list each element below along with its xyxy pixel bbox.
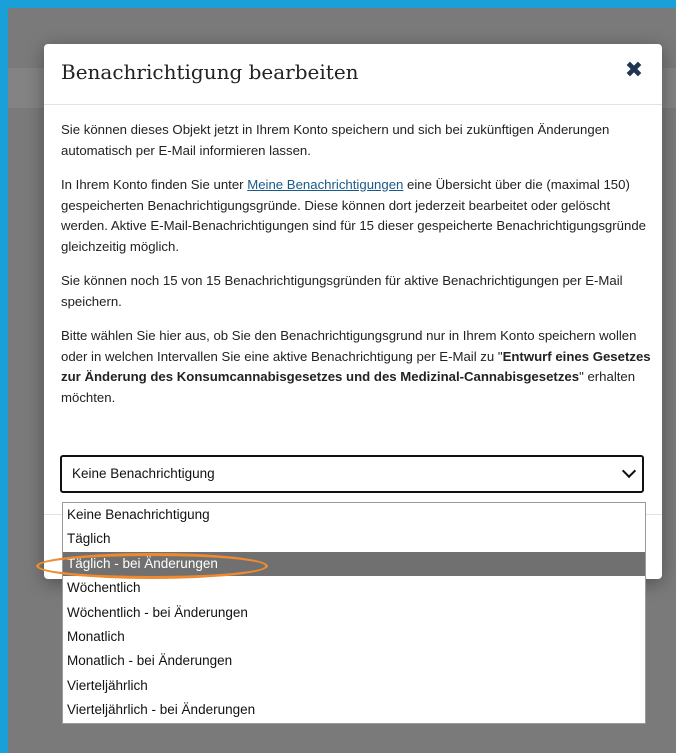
choose-paragraph: Bitte wählen Sie hier aus, ob Sie den Be…	[61, 326, 651, 408]
notification-interval-select[interactable]: Keine Benachrichtigung	[60, 455, 644, 493]
option-woechentlich[interactable]: Wöchentlich	[63, 576, 645, 600]
account-paragraph: In Ihrem Konto finden Sie unter Meine Be…	[61, 175, 651, 257]
modal-header: Benachrichtigung bearbeiten ✖	[44, 44, 662, 105]
select-value: Keine Benachrichtigung	[72, 466, 215, 481]
option-vierteljaehrlich[interactable]: Vierteljährlich	[63, 674, 645, 698]
option-taeglich[interactable]: Täglich	[63, 527, 645, 551]
option-keine[interactable]: Keine Benachrichtigung	[63, 503, 645, 527]
option-monatlich-aenderungen[interactable]: Monatlich - bei Änderungen	[63, 649, 645, 673]
modal-title: Benachrichtigung bearbeiten	[61, 60, 359, 84]
remaining-paragraph: Sie können noch 15 von 15 Benachrichtigu…	[61, 273, 623, 309]
my-notifications-link[interactable]: Meine Benachrichtigungen	[247, 177, 403, 192]
notification-modal: Benachrichtigung bearbeiten ✖ Sie können…	[44, 44, 662, 579]
option-woechentlich-aenderungen[interactable]: Wöchentlich - bei Änderungen	[63, 601, 645, 625]
modal-body: Sie können dieses Objekt jetzt in Ihrem …	[61, 120, 651, 422]
option-vierteljaehrlich-aenderungen[interactable]: Vierteljährlich - bei Änderungen	[63, 698, 645, 722]
option-taeglich-aenderungen[interactable]: Täglich - bei Änderungen	[63, 551, 645, 577]
close-icon[interactable]: ✖	[622, 58, 646, 86]
interval-dropdown-list: Keine Benachrichtigung Täglich Täglich -…	[62, 502, 646, 724]
option-monatlich[interactable]: Monatlich	[63, 625, 645, 649]
chevron-down-icon	[621, 463, 637, 479]
account-text-start: In Ihrem Konto finden Sie unter	[61, 177, 248, 192]
intro-paragraph: Sie können dieses Objekt jetzt in Ihrem …	[61, 122, 610, 158]
